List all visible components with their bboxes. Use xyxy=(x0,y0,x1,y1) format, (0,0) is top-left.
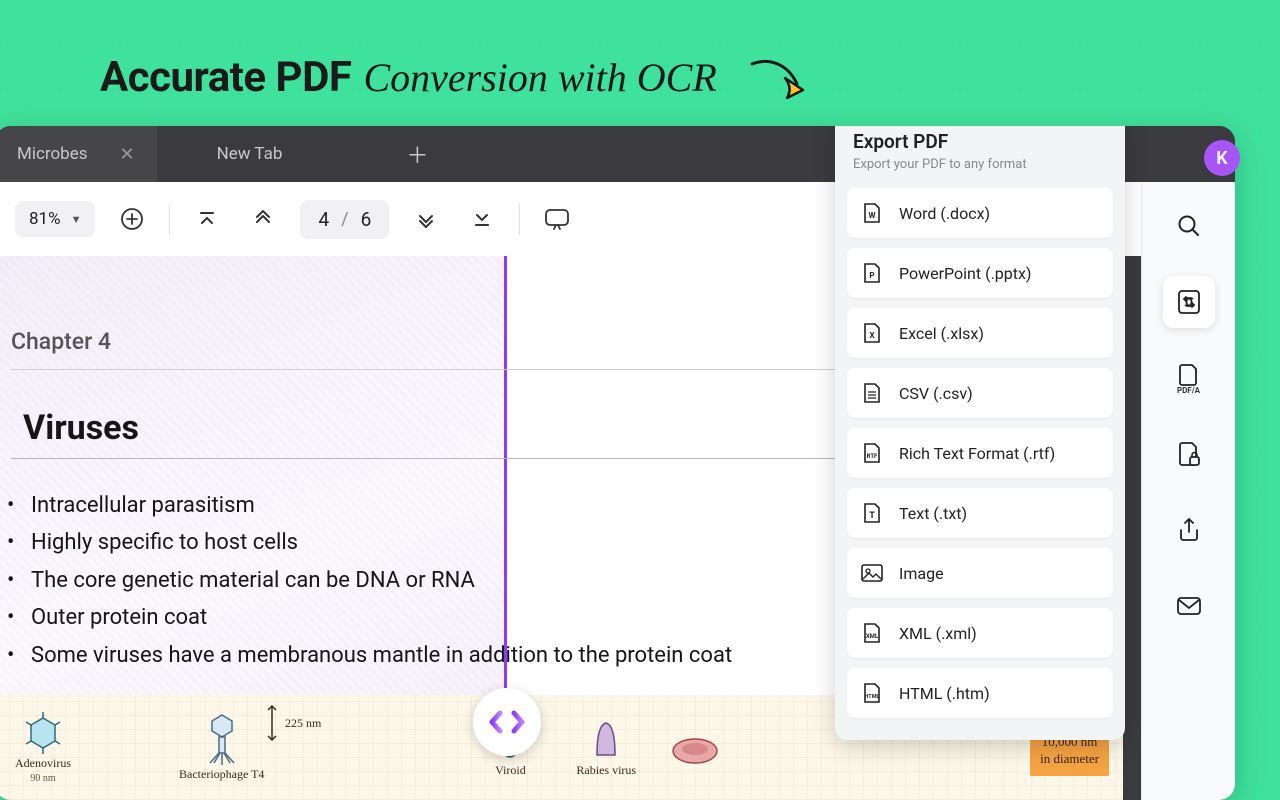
zoom-in-button[interactable] xyxy=(113,200,151,238)
svg-text:P: P xyxy=(869,271,874,280)
convert-button[interactable] xyxy=(1163,276,1215,328)
export-text[interactable]: T Text (.txt) xyxy=(847,488,1113,538)
current-page: 4 xyxy=(318,208,329,231)
banner-bold-text: Accurate PDF xyxy=(100,53,351,102)
scale-label: 225 nm xyxy=(285,716,321,731)
scale-indicator: 225 nm xyxy=(265,703,321,743)
rtf-icon: RTF xyxy=(861,442,883,464)
tab-label: Microbes xyxy=(17,144,88,164)
page-slash: / xyxy=(341,209,348,230)
export-panel: Export PDF Export your PDF to any format… xyxy=(835,126,1125,740)
presentation-button[interactable] xyxy=(538,200,576,238)
export-label: Excel (.xlsx) xyxy=(899,324,984,343)
export-label: CSV (.csv) xyxy=(899,384,973,403)
tab-microbes[interactable]: Microbes ✕ xyxy=(0,126,157,182)
mail-button[interactable] xyxy=(1163,580,1215,632)
export-label: HTML (.htm) xyxy=(899,684,990,703)
text-icon: T xyxy=(861,502,883,524)
right-sidebar: PDF/A xyxy=(1141,182,1235,800)
protect-button[interactable] xyxy=(1163,428,1215,480)
zoom-value: 81% xyxy=(29,209,61,229)
csv-icon xyxy=(861,382,883,404)
banner-script-text: Conversion with OCR xyxy=(363,54,716,101)
export-rtf[interactable]: RTF Rich Text Format (.rtf) xyxy=(847,428,1113,478)
export-csv[interactable]: CSV (.csv) xyxy=(847,368,1113,418)
export-powerpoint[interactable]: P PowerPoint (.pptx) xyxy=(847,248,1113,298)
microbe-bacteriophage: Bacteriophage T4 xyxy=(179,713,264,782)
user-avatar[interactable]: K xyxy=(1204,140,1240,176)
compare-slider-handle[interactable] xyxy=(473,688,541,756)
export-label: Word (.docx) xyxy=(899,204,990,223)
microbe-rabies: Rabies virus xyxy=(576,717,636,778)
note-line: in diameter xyxy=(1040,751,1099,768)
hero-banner: Accurate PDF Conversion with OCR xyxy=(100,48,817,106)
microbe-label: Rabies virus xyxy=(576,763,636,778)
export-image[interactable]: Image xyxy=(847,548,1113,598)
microbe-bloodcell xyxy=(670,731,720,765)
export-label: Rich Text Format (.rtf) xyxy=(899,444,1055,463)
svg-text:HTML: HTML xyxy=(864,694,879,700)
export-subtitle: Export your PDF to any format xyxy=(847,157,1113,172)
microbe-label: Bacteriophage T4 xyxy=(179,767,264,782)
export-word[interactable]: W Word (.docx) xyxy=(847,188,1113,238)
export-label: PowerPoint (.pptx) xyxy=(899,264,1032,283)
svg-text:RTF: RTF xyxy=(867,453,878,460)
prev-page-button[interactable] xyxy=(244,200,282,238)
page-indicator[interactable]: 4 / 6 xyxy=(300,200,389,239)
first-page-button[interactable] xyxy=(188,200,226,238)
share-button[interactable] xyxy=(1163,504,1215,556)
export-label: Image xyxy=(899,564,944,583)
pdfa-label: PDF/A xyxy=(1177,386,1200,395)
export-html[interactable]: HTML HTML (.htm) xyxy=(847,668,1113,718)
microbe-label: Viroid xyxy=(495,763,526,778)
last-page-button[interactable] xyxy=(463,200,501,238)
pdfa-button[interactable]: PDF/A xyxy=(1163,352,1215,404)
curved-arrow-icon xyxy=(747,56,817,106)
export-excel[interactable]: X Excel (.xlsx) xyxy=(847,308,1113,358)
xml-icon: XML xyxy=(861,622,883,644)
search-button[interactable] xyxy=(1163,200,1215,252)
svg-text:T: T xyxy=(869,511,875,521)
next-page-button[interactable] xyxy=(407,200,445,238)
close-icon[interactable]: ✕ xyxy=(120,144,135,165)
svg-text:XML: XML xyxy=(866,633,879,640)
app-window: Microbes ✕ New Tab ＋ 81% ▼ 4 / 6 xyxy=(0,126,1235,800)
microbe-sub: 90 nm xyxy=(30,773,55,784)
export-title: Export PDF xyxy=(847,130,1113,153)
microbe-adenovirus: Adenovirus 90 nm xyxy=(15,712,71,784)
toolbar-divider xyxy=(169,203,170,235)
svg-text:W: W xyxy=(869,211,876,220)
toolbar-divider xyxy=(519,203,520,235)
total-pages: 6 xyxy=(361,208,372,231)
microbe-label: Adenovirus xyxy=(15,756,71,771)
new-tab-button[interactable]: ＋ xyxy=(384,138,450,170)
image-icon xyxy=(861,562,883,584)
excel-icon: X xyxy=(861,322,883,344)
zoom-dropdown[interactable]: 81% ▼ xyxy=(15,201,95,237)
powerpoint-icon: P xyxy=(861,262,883,284)
chevron-down-icon: ▼ xyxy=(71,213,82,226)
avatar-initial: K xyxy=(1216,148,1227,169)
word-icon: W xyxy=(861,202,883,224)
tab-new[interactable]: New Tab xyxy=(157,126,305,182)
export-xml[interactable]: XML XML (.xml) xyxy=(847,608,1113,658)
export-label: XML (.xml) xyxy=(899,624,977,643)
tab-label: New Tab xyxy=(217,144,283,164)
export-label: Text (.txt) xyxy=(899,504,967,523)
svg-text:X: X xyxy=(869,331,874,340)
html-icon: HTML xyxy=(861,682,883,704)
